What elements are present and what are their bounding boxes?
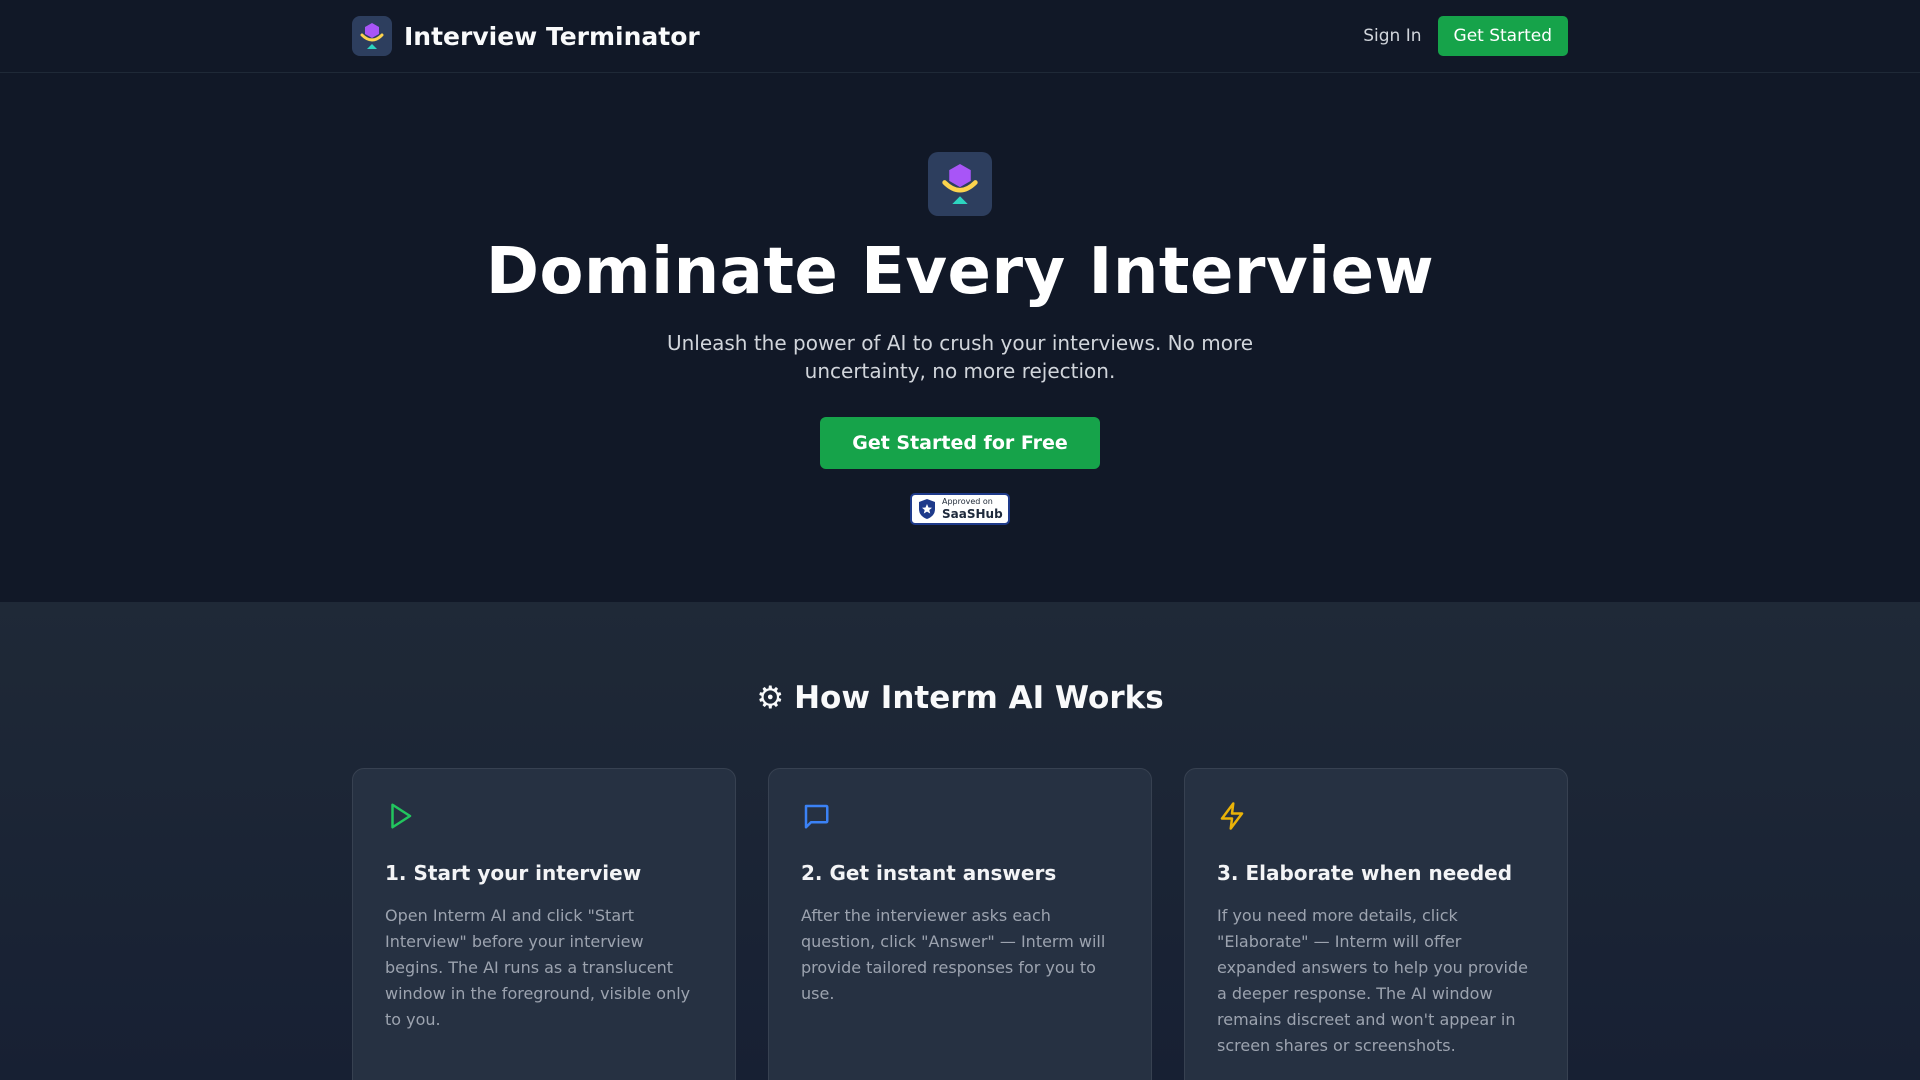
shield-star-icon	[919, 498, 935, 519]
badge-big-text: SaaSHub	[942, 506, 1003, 521]
gear-icon: ⚙	[756, 680, 785, 716]
step-card-body: If you need more details, click "Elabora…	[1217, 906, 1528, 1055]
saashub-badge[interactable]: Approved on SaaSHub	[910, 492, 1010, 525]
brand-name: Interview Terminator	[404, 21, 700, 51]
step-card-title: 2. Get instant answers	[801, 861, 1057, 885]
steps-cards: 1. Start your interview Open Interm AI a…	[352, 768, 1568, 1080]
get-started-free-button[interactable]: Get Started for Free	[820, 416, 1100, 469]
step-card-start: 1. Start your interview Open Interm AI a…	[352, 768, 736, 1080]
step-card-title: 3. Elaborate when needed	[1217, 861, 1513, 885]
step-card-body: Open Interm AI and click "Start Intervie…	[385, 906, 691, 1029]
hero-logo-icon	[928, 152, 992, 216]
page: Interview Terminator Sign In Get Started…	[0, 0, 1920, 1080]
how-title-text: How Interm AI Works	[794, 680, 1164, 716]
header-inner: Interview Terminator Sign In Get Started	[352, 0, 1568, 72]
chat-icon	[804, 804, 829, 829]
site-header: Interview Terminator Sign In Get Started	[0, 0, 1920, 73]
brand-logo-icon	[352, 16, 392, 56]
get-started-button[interactable]: Get Started	[1437, 16, 1568, 56]
hero-subtitle: Unleash the power of AI to crush your in…	[666, 330, 1254, 383]
step-card-title: 1. Start your interview	[385, 861, 642, 885]
brand[interactable]: Interview Terminator	[352, 16, 700, 56]
step-card-elaborate: 3. Elaborate when needed If you need mor…	[1184, 768, 1568, 1080]
hero-title: Dominate Every Interview	[485, 235, 1435, 309]
badge-text: Approved on SaaSHub	[942, 496, 1003, 521]
step-card-answers: 2. Get instant answers After the intervi…	[768, 768, 1152, 1080]
play-icon	[391, 803, 412, 829]
sign-in-link[interactable]: Sign In	[1363, 26, 1421, 46]
hero-section: Dominate Every Interview Unleash the pow…	[0, 73, 1920, 602]
how-it-works-section: ⚙ How Interm AI Works 1. Start your inte…	[0, 602, 1920, 1080]
how-title: ⚙ How Interm AI Works	[756, 680, 1163, 716]
badge-small-text: Approved on	[942, 496, 993, 506]
header-nav: Sign In Get Started	[1363, 16, 1568, 56]
lightning-icon	[1220, 802, 1244, 830]
step-card-body: After the interviewer asks each question…	[801, 906, 1106, 1003]
